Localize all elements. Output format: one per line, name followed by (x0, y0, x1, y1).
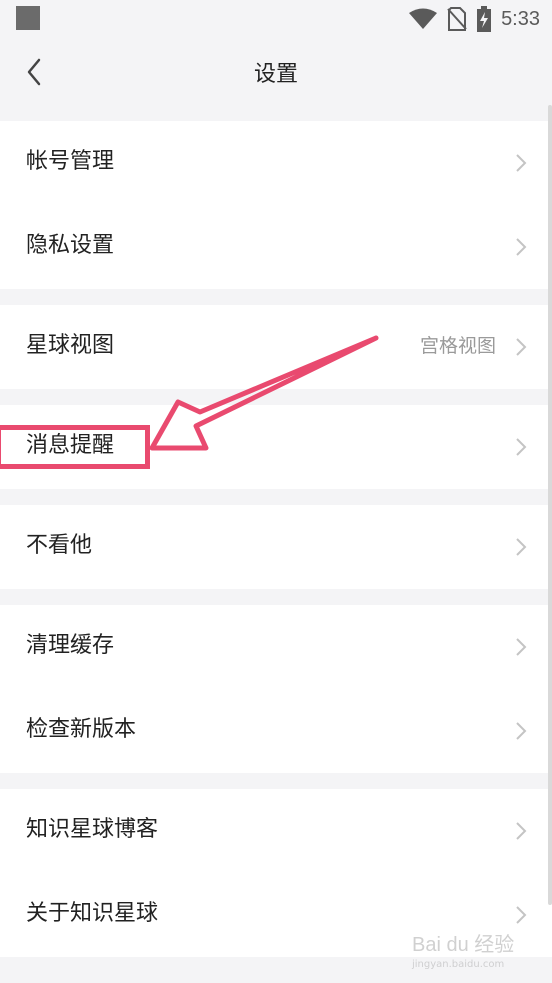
annotation-arrow-icon (149, 335, 379, 451)
watermark-logo: Bai du 经验 jingyan.baidu.com (412, 934, 515, 970)
